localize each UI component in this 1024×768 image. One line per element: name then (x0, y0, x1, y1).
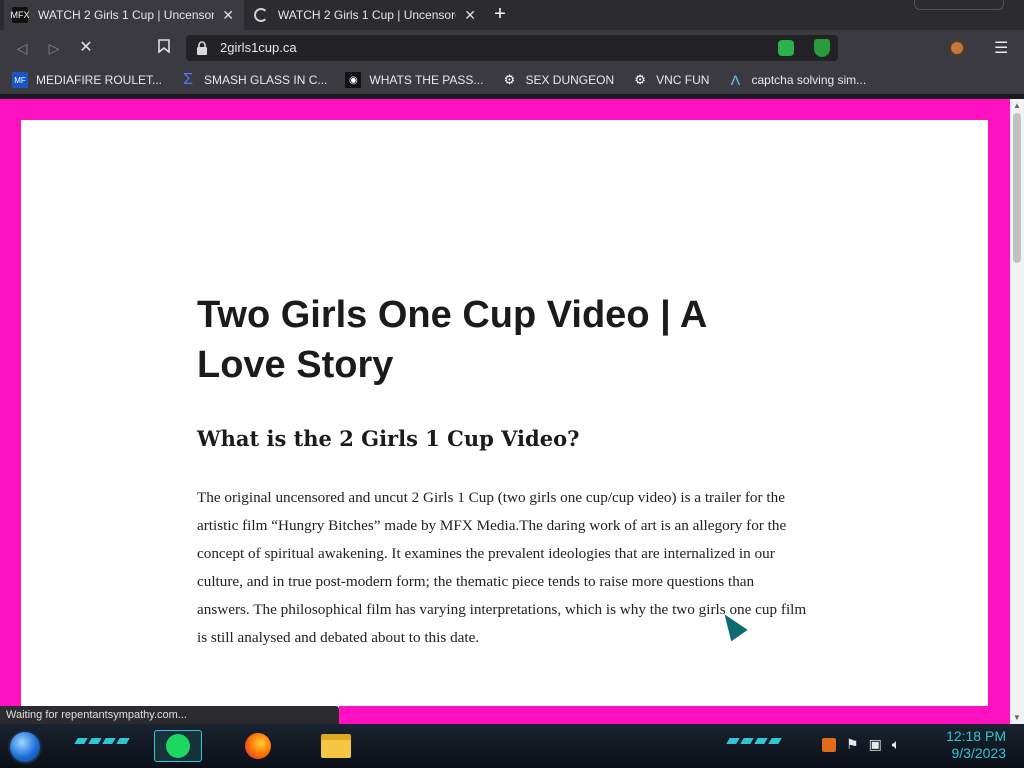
taskbar-decoration (726, 738, 782, 746)
firefox-icon (245, 733, 271, 759)
new-tab-button[interactable]: + (490, 4, 510, 25)
start-button[interactable] (8, 730, 42, 764)
close-icon[interactable]: ✕ (220, 7, 236, 24)
bookmark-item[interactable]: Σ SMASH GLASS IN C... (180, 71, 328, 88)
article-paragraph: The original uncensored and uncut 2 Girl… (197, 489, 807, 646)
taskbar-firefox[interactable] (234, 730, 282, 762)
spotify-icon (166, 734, 190, 758)
forward-button[interactable]: ▷ (44, 38, 64, 58)
bookmark-icon[interactable] (154, 38, 174, 58)
menu-icon[interactable]: ☰ (994, 38, 1008, 58)
bookmark-label: SEX DUNGEON (525, 73, 615, 87)
address-bar[interactable]: 2girls1cup.ca (186, 35, 838, 61)
mediafire-icon: MF (12, 72, 28, 88)
network-icon[interactable]: ▣ (869, 736, 882, 753)
gear-icon: ⚙ (503, 72, 516, 87)
tray-app-icon[interactable] (822, 737, 836, 752)
taskbar-file-explorer[interactable] (312, 730, 360, 762)
browser-window: MFX WATCH 2 Girls 1 Cup | Uncensored ✕ W… (0, 0, 1024, 768)
scroll-up-icon[interactable]: ▲ (1013, 101, 1021, 110)
tab-2[interactable]: WATCH 2 Girls 1 Cup | Uncensored ✕ (246, 0, 486, 30)
folder-icon (321, 734, 351, 758)
arrow-icon: Λ (730, 72, 741, 88)
page-viewport: Two Girls One Cup Video | A Love Story W… (0, 99, 1010, 724)
taskbar: ⚑ ▣ 🔈︎ 12:18 PM 9/3/2023 (0, 724, 1024, 768)
extension-shield-icon[interactable] (814, 39, 830, 57)
scroll-thumb[interactable] (1013, 113, 1021, 263)
sigma-icon: Σ (183, 71, 193, 88)
page-bottom-strip (339, 706, 1010, 724)
stop-button[interactable]: ✕ (76, 38, 96, 58)
tab-title: WATCH 2 Girls 1 Cup | Uncensored (38, 8, 215, 22)
tab-title: WATCH 2 Girls 1 Cup | Uncensored (277, 8, 457, 22)
bookmark-item[interactable]: ◉ WHATS THE PASS... (345, 72, 483, 88)
back-button[interactable]: ◁ (12, 38, 32, 58)
bookmark-item[interactable]: MF MEDIAFIRE ROULET... (12, 72, 162, 88)
tab-strip: MFX WATCH 2 Girls 1 Cup | Uncensored ✕ W… (0, 0, 1024, 30)
volume-icon[interactable]: 🔈︎ (892, 736, 900, 753)
flag-icon[interactable]: ⚑ (846, 736, 859, 753)
page-scrollbar[interactable]: ▲ ▼ (1010, 99, 1024, 724)
url-text: 2girls1cup.ca (220, 40, 297, 55)
extension-spotify-icon[interactable] (778, 40, 794, 56)
system-clock[interactable]: 12:18 PM 9/3/2023 (946, 728, 1006, 762)
tab-1[interactable]: MFX WATCH 2 Girls 1 Cup | Uncensored ✕ (4, 0, 244, 30)
lock-icon (197, 41, 207, 55)
bookmark-item[interactable]: ⚙ SEX DUNGEON (501, 72, 615, 88)
system-tray: ⚑ ▣ 🔈︎ (822, 736, 900, 753)
mask-icon: ◉ (345, 72, 362, 88)
gear-icon: ⚙ (634, 72, 646, 87)
toolbar: ◁ ▷ ✕ 2girls1cup.ca ☰ (0, 30, 1024, 66)
bookmark-label: WHATS THE PASS... (369, 73, 484, 87)
article-heading: What is the 2 Girls 1 Cup Video? (197, 426, 580, 451)
bookmarks-bar: MF MEDIAFIRE ROULET... Σ SMASH GLASS IN … (0, 66, 1024, 94)
bookmark-item[interactable]: ⚙ VNC FUN (632, 72, 709, 88)
bookmark-label: MEDIAFIRE ROULET... (36, 73, 163, 87)
taskbar-decoration (74, 738, 130, 746)
loading-spinner-icon (254, 8, 268, 22)
status-bubble: Waiting for repentantsympathy.com... (0, 706, 339, 724)
scroll-down-icon[interactable]: ▼ (1013, 713, 1021, 722)
bookmark-item[interactable]: Λ captcha solving sim... (727, 72, 866, 88)
bookmark-label: SMASH GLASS IN C... (204, 73, 328, 87)
clock-time: 12:18 PM (946, 728, 1006, 744)
bookmark-label: VNC FUN (656, 73, 710, 87)
taskbar-spotify[interactable] (154, 730, 202, 762)
bookmark-label: captcha solving sim... (751, 73, 867, 87)
close-icon[interactable]: ✕ (462, 7, 478, 24)
profile-avatar[interactable] (949, 40, 965, 56)
content-card: Two Girls One Cup Video | A Love Story W… (21, 120, 988, 724)
clock-date: 9/3/2023 (951, 745, 1007, 761)
article-title: Two Girls One Cup Video | A Love Story (197, 294, 706, 386)
window-decoration (914, 0, 1004, 10)
tab-favicon: MFX (11, 7, 30, 23)
